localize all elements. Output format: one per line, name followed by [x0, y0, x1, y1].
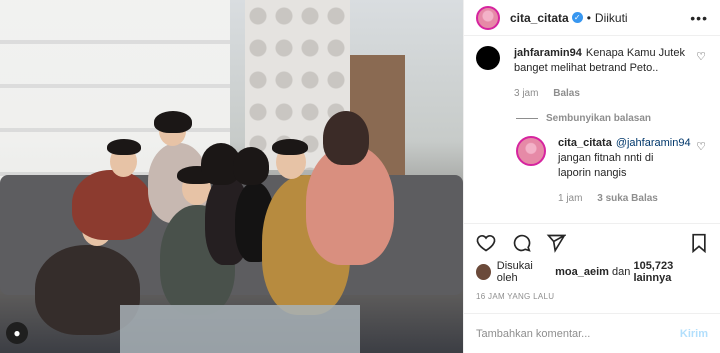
liker-avatar[interactable] [476, 264, 491, 280]
liker-username[interactable]: moa_aeim [555, 266, 609, 278]
likes-middle: dan [612, 266, 631, 278]
reply-text: jangan fitnah nnti di laporin nangis [558, 152, 654, 179]
author-avatar[interactable] [476, 5, 500, 30]
instagram-post: ● cita_citata ✓ • Diikuti ••• jahfaramin… [0, 0, 720, 353]
add-comment-row: Tambahkan komentar... Kirim [464, 313, 720, 353]
send-button[interactable]: Kirim [680, 328, 708, 340]
hide-replies-label: Sembunyikan balasan [546, 113, 652, 124]
likes-summary: Disukai oleh moa_aeim dan 105,723 lainny… [476, 260, 708, 284]
reply-meta: 1 jam 3 suka Balas [558, 191, 683, 206]
post-photo[interactable]: ● [0, 0, 463, 353]
comment-item: jahfaramin94 Kenapa Kamu Jutek banget mel… [476, 46, 708, 101]
person-gold-suit-hair [272, 139, 308, 155]
reply-body: cita_citata @jahfaramin94 jangan fitnah n… [558, 136, 691, 206]
post-actions: Disukai oleh moa_aeim dan 105,723 lainny… [464, 223, 720, 301]
person-black-dress-2-hair [233, 147, 269, 185]
comment-time: 3 jam [514, 88, 539, 99]
likes-prefix: Disukai oleh [496, 260, 533, 284]
like-comment-heart-icon[interactable]: ♡ [696, 50, 706, 63]
reply-author-avatar[interactable] [516, 136, 546, 166]
hide-replies-line [516, 118, 538, 119]
commenter-avatar[interactable] [476, 46, 500, 70]
person-pink-outfit-hair [323, 111, 369, 165]
separator-dot: • [586, 10, 591, 25]
action-icons [476, 232, 708, 254]
hide-replies-toggle[interactable]: Sembunyikan balasan [516, 113, 708, 124]
bookmark-icon[interactable] [690, 233, 708, 253]
post-header: cita_citata ✓ • Diikuti ••• [464, 0, 720, 36]
person-back-left-hair [154, 111, 192, 133]
reply-reply-button[interactable]: Balas [631, 193, 658, 204]
person-red-shirt [72, 170, 152, 240]
person-red-shirt-hair [107, 139, 141, 155]
reply-time: 1 jam [558, 193, 583, 204]
coffee-table [120, 305, 360, 353]
comments-section: jahfaramin94 Kenapa Kamu Jutek banget mel… [464, 36, 720, 223]
heart-icon[interactable] [476, 233, 496, 253]
reply-mention[interactable]: @jahfaramin94 [616, 137, 691, 149]
comment-body: jahfaramin94 Kenapa Kamu Jutek banget mel… [514, 46, 699, 101]
post-sidebar: cita_citata ✓ • Diikuti ••• jahfaramin94… [463, 0, 720, 353]
like-reply-heart-icon[interactable]: ♡ [696, 140, 706, 153]
verified-badge-icon: ✓ [571, 12, 583, 23]
post-date: 16 JAM YANG LALU [476, 292, 555, 301]
reply-likes[interactable]: 3 suka [597, 193, 628, 204]
reply-item: cita_citata @jahfaramin94 jangan fitnah n… [516, 136, 708, 206]
share-icon[interactable] [546, 233, 566, 253]
tagged-user-icon[interactable]: ● [6, 322, 28, 344]
follow-status[interactable]: Diikuti [595, 11, 628, 25]
comment-username[interactable]: jahfaramin94 [514, 47, 582, 59]
more-horizontal-icon[interactable]: ••• [690, 10, 708, 26]
reply-username[interactable]: cita_citata [558, 137, 612, 149]
comment-reply-button[interactable]: Balas [553, 88, 580, 99]
comment-icon[interactable] [511, 233, 531, 253]
comment-input[interactable]: Tambahkan komentar... [476, 328, 680, 340]
author-username[interactable]: cita_citata [510, 11, 569, 25]
likes-count[interactable]: 105,723 lainnya [633, 260, 708, 284]
comment-meta: 3 jam Balas [514, 86, 699, 101]
